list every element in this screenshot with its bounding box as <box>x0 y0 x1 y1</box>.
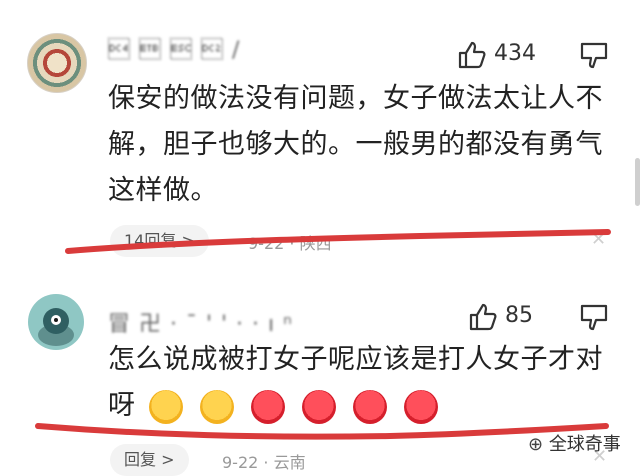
comment-text: 怎么说成被打女子呢应该是打人女子才对 呀 <box>108 337 603 430</box>
avatar[interactable] <box>27 33 87 93</box>
comment-meta: 9-22 · 云南 <box>222 453 306 472</box>
comment-text-fragment: 呀 <box>108 390 136 421</box>
thumbs-up-icon[interactable] <box>456 39 488 71</box>
comment-text-line: 保安的做法没有问题，女子做法太让人不 <box>108 83 603 114</box>
like-count: 85 <box>505 303 533 328</box>
blush-emoji-icon <box>148 390 183 424</box>
thumbs-down-icon[interactable] <box>579 303 609 333</box>
angry-emoji-icon <box>404 390 439 424</box>
close-icon[interactable]: ✕ <box>591 229 606 250</box>
like-count: 434 <box>494 41 536 66</box>
emoji-row <box>148 384 446 430</box>
angry-emoji-icon <box>250 390 285 424</box>
comment-text-line: 怎么说成被打女子呢应该是打人女子才对 <box>108 344 603 375</box>
watermark-icon: ⊕ <box>528 434 549 455</box>
scrollbar-thumb[interactable] <box>635 158 640 206</box>
watermark-text: 全球奇事 <box>548 434 621 455</box>
reply-count-button[interactable]: 回复 > <box>110 444 189 476</box>
avatar-character-icon <box>38 308 74 346</box>
avatar[interactable] <box>28 294 84 350</box>
reply-count-button[interactable]: 14回复 > <box>110 225 209 257</box>
comment-text-line: 这样做。 <box>108 175 218 206</box>
comment-text-line: 呀 <box>108 383 603 430</box>
comment-meta: 9-22 · 陕西 <box>248 234 332 253</box>
comment-text-line: 解，胆子也够大的。一般男的都没有勇气 <box>108 129 603 160</box>
angry-emoji-icon <box>352 390 387 424</box>
angry-emoji-icon <box>301 390 336 424</box>
comment-text: 保安的做法没有问题，女子做法太让人不 解，胆子也够大的。一般男的都没有勇气 这样… <box>108 76 603 214</box>
watermark: ⊕ 全球奇事 <box>528 430 621 456</box>
blush-emoji-icon <box>199 390 234 424</box>
thumbs-down-icon[interactable] <box>579 41 609 71</box>
comment-username[interactable]: 冒 卍 · ¯ ' ' · · ı ⁿ <box>108 306 293 338</box>
thumbs-up-icon[interactable] <box>467 301 499 333</box>
comment-username[interactable]:     / <box>108 38 240 63</box>
